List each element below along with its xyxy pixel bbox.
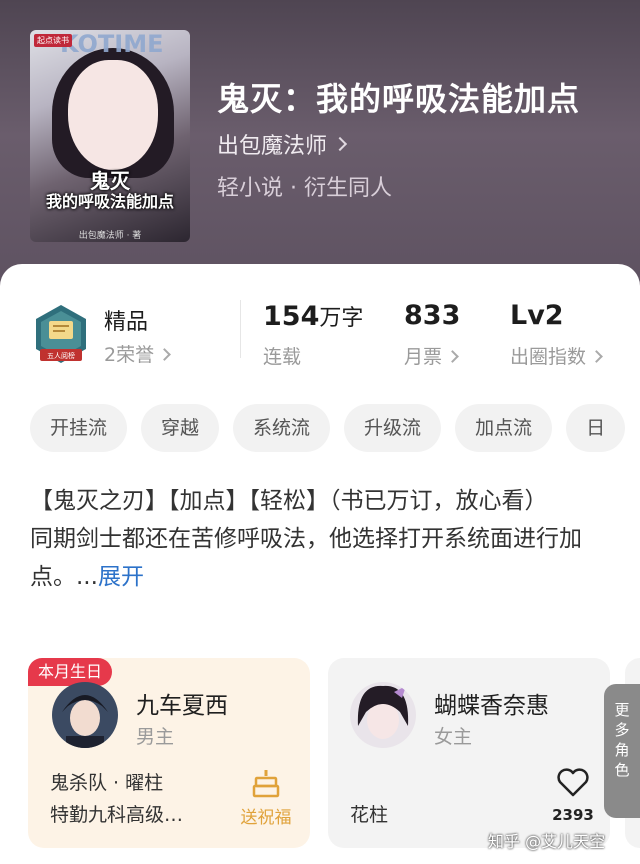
cover-title: 鬼灭 我的呼吸法能加点 — [36, 170, 184, 211]
word-count: 154万字 — [263, 300, 363, 332]
tag-list: 开挂流 穿越 系统流 升级流 加点流 日 — [30, 404, 626, 452]
more-characters-label-char: 色 — [614, 761, 630, 779]
chevron-right-icon — [590, 350, 603, 363]
cover-author: 出包魔法师 · 著 — [78, 231, 142, 241]
tag-chip[interactable]: 开挂流 — [30, 404, 128, 452]
tag-chip[interactable]: 穿越 — [141, 404, 220, 452]
character-info-line: 鬼杀队 · 曜柱 — [50, 772, 164, 794]
stats-divider — [240, 300, 241, 358]
cake-icon — [252, 770, 280, 798]
tag-chip[interactable]: 升级流 — [344, 404, 442, 452]
book-cover[interactable]: KOTIME 起点读书 鬼灭 我的呼吸法能加点 出包魔法师 · 著 — [30, 30, 190, 242]
book-genre: 轻小说 · 衍生同人 — [217, 176, 392, 201]
monthly-votes-value: 833 — [404, 300, 461, 331]
author-name: 出包魔法师 — [217, 134, 328, 159]
cover-title-line1: 鬼灭 — [90, 169, 130, 193]
book-title: 鬼灭：我的呼吸法能加点 — [217, 80, 581, 118]
cover-badge: 起点读书 — [34, 34, 72, 47]
honor-badge-icon[interactable]: 五人阅榜 — [32, 303, 90, 367]
more-characters-label-char: 多 — [614, 721, 630, 739]
character-name: 九车夏西 — [136, 693, 228, 719]
like-count: 2393 — [552, 806, 594, 824]
chevron-right-icon — [332, 136, 348, 152]
popularity-index-link[interactable]: 出圈指数 — [510, 342, 603, 369]
monthly-votes-link[interactable]: 月票 — [404, 342, 459, 369]
tag-chip[interactable]: 日 — [566, 404, 626, 452]
watermark: 知乎 @艾儿天空 — [488, 832, 606, 851]
more-characters-label-char: 角 — [614, 741, 630, 759]
tag-chip[interactable]: 加点流 — [455, 404, 553, 452]
monthly-votes-label: 月票 — [404, 346, 443, 368]
send-blessing-label: 送祝福 — [240, 808, 292, 828]
character-role: 男主 — [136, 726, 175, 748]
book-description[interactable]: 【鬼灭之刃】【加点】【轻松】（书已万订，放心看） 同期剑士都还在苦修呼吸法，他选… — [30, 482, 600, 596]
character-role: 女主 — [434, 726, 473, 748]
character-info-line: 特勤九科高级… — [50, 804, 184, 826]
cover-title-line2: 我的呼吸法能加点 — [45, 192, 174, 211]
character-name: 蝴蝶香奈惠 — [434, 693, 549, 719]
tag-chip[interactable]: 系统流 — [233, 404, 331, 452]
word-count-value: 154 — [263, 301, 320, 332]
chevron-right-icon — [446, 350, 459, 363]
honor-badge-text: 五人阅榜 — [47, 351, 75, 360]
author-link[interactable]: 出包魔法师 — [217, 128, 348, 160]
cover-magazine-title: KOTIME — [60, 30, 164, 58]
serial-status: 连载 — [263, 346, 302, 368]
popularity-level-value: Lv2 — [510, 300, 564, 331]
popularity-index-label: 出圈指数 — [510, 346, 587, 368]
character-avatar — [52, 682, 118, 748]
word-count-unit: 万字 — [319, 306, 364, 331]
expand-link[interactable]: 展开 — [98, 564, 144, 590]
chevron-right-icon — [158, 348, 171, 361]
more-characters-button[interactable]: 更 多 角 色 — [604, 684, 640, 818]
cover-art-face — [68, 60, 158, 170]
heart-icon[interactable] — [556, 768, 590, 798]
honor-count: 2荣誉 — [104, 344, 155, 366]
character-avatar — [350, 682, 416, 748]
honor-label: 精品 — [104, 310, 149, 335]
more-characters-label-char: 更 — [614, 701, 630, 719]
birthday-badge: 本月生日 — [28, 658, 113, 686]
honor-count-link[interactable]: 2荣誉 — [104, 340, 171, 367]
send-blessing-button[interactable]: 送祝福 — [238, 768, 294, 828]
character-info-line: 花柱 — [350, 804, 389, 826]
